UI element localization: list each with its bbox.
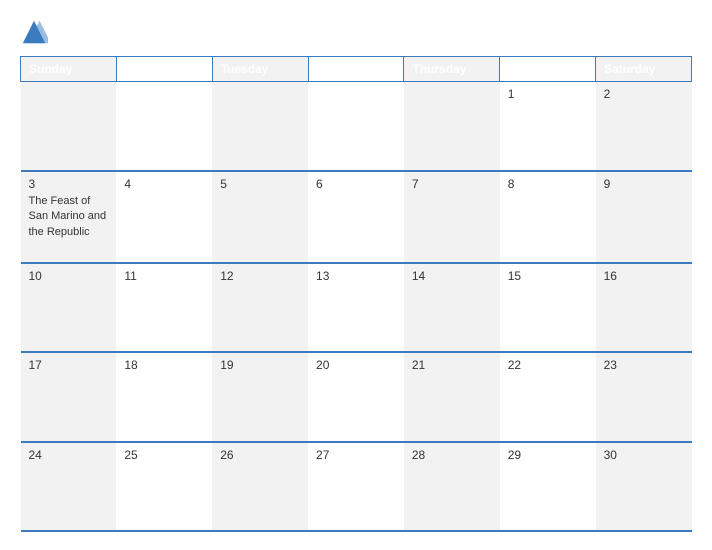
calendar-cell: 21 — [404, 352, 500, 441]
day-number: 3 — [29, 177, 109, 191]
calendar-table: Sunday Monday Tuesday Wednesday Thursday… — [20, 56, 692, 532]
day-number: 9 — [604, 177, 684, 191]
day-number: 16 — [604, 269, 684, 283]
day-number: 29 — [508, 448, 588, 462]
day-number: 20 — [316, 358, 396, 372]
day-number: 19 — [220, 358, 300, 372]
day-number: 15 — [508, 269, 588, 283]
day-number: 21 — [412, 358, 492, 372]
day-number: 26 — [220, 448, 300, 462]
day-number: 24 — [29, 448, 109, 462]
calendar-cell: 5 — [212, 171, 308, 263]
calendar-cell: 28 — [404, 442, 500, 531]
header — [20, 18, 692, 46]
calendar-cell: 19 — [212, 352, 308, 441]
day-number: 18 — [124, 358, 204, 372]
header-thursday: Thursday — [404, 57, 500, 82]
calendar-cell — [404, 82, 500, 171]
header-sunday: Sunday — [21, 57, 117, 82]
calendar-event: The Feast of San Marino and the Republic — [29, 195, 107, 238]
calendar-cell: 4 — [116, 171, 212, 263]
day-number: 8 — [508, 177, 588, 191]
calendar-cell: 11 — [116, 263, 212, 352]
day-number: 2 — [604, 87, 684, 101]
calendar-cell: 7 — [404, 171, 500, 263]
day-number: 17 — [29, 358, 109, 372]
day-number: 4 — [124, 177, 204, 191]
header-tuesday: Tuesday — [212, 57, 308, 82]
calendar-week-row: 10 11 12 13 14 15 16 — [21, 263, 692, 352]
calendar-cell: 8 — [500, 171, 596, 263]
weekday-header-row: Sunday Monday Tuesday Wednesday Thursday… — [21, 57, 692, 82]
calendar-cell: 17 — [21, 352, 117, 441]
header-monday: Monday — [116, 57, 212, 82]
day-number: 27 — [316, 448, 396, 462]
calendar-cell: 20 — [308, 352, 404, 441]
calendar-cell — [212, 82, 308, 171]
day-number: 25 — [124, 448, 204, 462]
calendar-cell — [308, 82, 404, 171]
calendar-cell: 6 — [308, 171, 404, 263]
day-number: 12 — [220, 269, 300, 283]
calendar-cell: 18 — [116, 352, 212, 441]
calendar-week-row: 17 18 19 20 21 22 23 — [21, 352, 692, 441]
day-number: 30 — [604, 448, 684, 462]
calendar-cell: 30 — [596, 442, 692, 531]
calendar-cell: 24 — [21, 442, 117, 531]
calendar-cell: 12 — [212, 263, 308, 352]
logo — [20, 18, 50, 46]
day-number: 22 — [508, 358, 588, 372]
day-number: 6 — [316, 177, 396, 191]
calendar-cell: 22 — [500, 352, 596, 441]
calendar-cell: 14 — [404, 263, 500, 352]
header-wednesday: Wednesday — [308, 57, 404, 82]
calendar-week-row: 3 The Feast of San Marino and the Republi… — [21, 171, 692, 263]
day-number: 13 — [316, 269, 396, 283]
day-number: 11 — [124, 269, 204, 283]
header-saturday: Saturday — [596, 57, 692, 82]
calendar-cell: 10 — [21, 263, 117, 352]
calendar-cell: 25 — [116, 442, 212, 531]
calendar-cell: 26 — [212, 442, 308, 531]
calendar-cell: 29 — [500, 442, 596, 531]
calendar-cell: 15 — [500, 263, 596, 352]
calendar-cell: 16 — [596, 263, 692, 352]
day-number: 23 — [604, 358, 684, 372]
calendar-cell — [21, 82, 117, 171]
calendar-week-row: 12 — [21, 82, 692, 171]
header-friday: Friday — [500, 57, 596, 82]
day-number: 14 — [412, 269, 492, 283]
calendar-week-row: 24 25 26 27 28 29 30 — [21, 442, 692, 531]
logo-icon — [20, 18, 48, 46]
calendar-cell: 27 — [308, 442, 404, 531]
calendar-cell — [116, 82, 212, 171]
calendar-page: Sunday Monday Tuesday Wednesday Thursday… — [0, 0, 712, 550]
calendar-cell: 23 — [596, 352, 692, 441]
day-number: 5 — [220, 177, 300, 191]
calendar-cell: 1 — [500, 82, 596, 171]
calendar-cell: 9 — [596, 171, 692, 263]
day-number: 28 — [412, 448, 492, 462]
calendar-cell: 13 — [308, 263, 404, 352]
calendar-header: Sunday Monday Tuesday Wednesday Thursday… — [21, 57, 692, 82]
calendar-cell: 3 The Feast of San Marino and the Republi… — [21, 171, 117, 263]
calendar-body: 123The Feast of San Marino and the Repub… — [21, 82, 692, 532]
day-number: 10 — [29, 269, 109, 283]
day-number: 1 — [508, 87, 588, 101]
calendar-cell: 2 — [596, 82, 692, 171]
day-number: 7 — [412, 177, 492, 191]
